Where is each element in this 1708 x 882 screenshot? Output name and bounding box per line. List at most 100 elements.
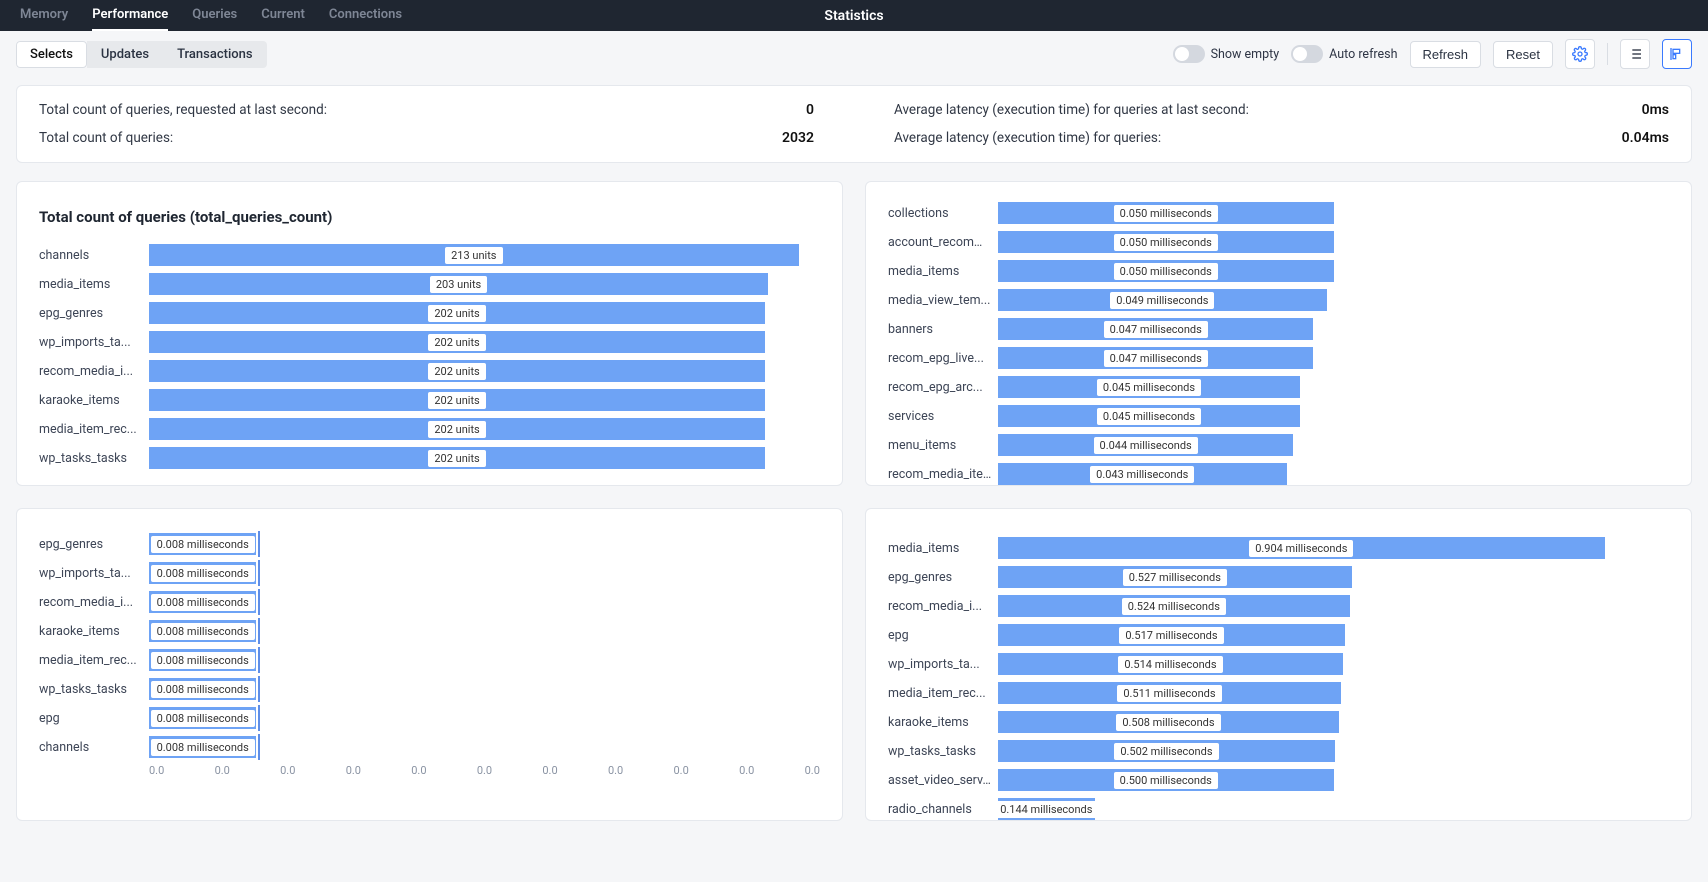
chart-value-badge: 0.047 milliseconds xyxy=(1104,350,1208,367)
chart-row: media_item_rec...0.511 milliseconds xyxy=(888,682,1669,704)
topnav-item-memory[interactable]: Memory xyxy=(20,0,68,31)
chart-row: media_item_rec...0.008 milliseconds xyxy=(39,649,820,671)
chart-row: banners0.047 milliseconds xyxy=(888,318,1669,340)
chart-value-badge: 0.511 milliseconds xyxy=(1117,685,1221,702)
toggle-auto-refresh[interactable]: Auto refresh xyxy=(1291,45,1397,63)
chart-row-track: 0.524 milliseconds xyxy=(998,595,1669,617)
chart-row-track: 213 units xyxy=(149,244,820,266)
switch-icon[interactable] xyxy=(1173,45,1205,63)
chart-value-badge: 0.045 milliseconds xyxy=(1097,379,1201,396)
chart-value-badge: 0.008 milliseconds xyxy=(151,594,255,611)
chart-row-label: services xyxy=(888,409,998,424)
bar-chart-icon xyxy=(1669,46,1685,62)
chart-row-label: wp_imports_ta... xyxy=(39,566,149,581)
chart-row-label: wp_tasks_tasks xyxy=(39,451,149,466)
settings-button[interactable] xyxy=(1565,39,1595,69)
axis-tick: 0.0 xyxy=(805,764,820,777)
chart-row-label: wp_imports_ta... xyxy=(888,657,998,672)
view-list-button[interactable] xyxy=(1620,39,1650,69)
chart-bar: 0.904 milliseconds xyxy=(998,537,1605,559)
chart-value-badge: 0.008 milliseconds xyxy=(151,623,255,640)
segment-group: SelectsUpdatesTransactions xyxy=(16,41,267,68)
chart-bar: 213 units xyxy=(149,244,799,266)
list-icon xyxy=(1627,46,1643,62)
segment-updates[interactable]: Updates xyxy=(87,41,163,68)
chart-bar: 202 units xyxy=(149,418,765,440)
chart-value-badge: 0.008 milliseconds xyxy=(151,652,255,669)
chart-row-track: 0.044 milliseconds xyxy=(998,434,1669,456)
chart-row-track: 0.049 milliseconds xyxy=(998,289,1669,311)
reset-button[interactable]: Reset xyxy=(1493,41,1553,68)
chart-bar: 0.047 milliseconds xyxy=(998,318,1313,340)
chart-row-label: karaoke_items xyxy=(39,393,149,408)
chart-value-badge: 0.008 milliseconds xyxy=(151,739,255,756)
chart-bar: 0.514 milliseconds xyxy=(998,653,1343,675)
segment-selects[interactable]: Selects xyxy=(16,41,87,68)
chart-row: account_recomm...0.050 milliseconds xyxy=(888,231,1669,253)
chart-value-badge: 202 units xyxy=(428,421,485,438)
axis-tick: 0.0 xyxy=(411,764,426,777)
chart-bar: 0.045 milliseconds xyxy=(998,376,1300,398)
chart-row-label: account_recomm... xyxy=(888,235,998,250)
refresh-button[interactable]: Refresh xyxy=(1410,41,1482,68)
chart-row-track: 0.008 milliseconds xyxy=(149,678,820,700)
toggle-label: Show empty xyxy=(1211,47,1280,62)
chart-value-badge: 0.043 milliseconds xyxy=(1090,466,1194,483)
chart-row-track: 0.008 milliseconds xyxy=(149,736,820,758)
chart-value-badge: 202 units xyxy=(428,392,485,409)
chart-bar: 0.144 milliseconds xyxy=(998,798,1095,820)
charts-grid: Total count of queries (total_queries_co… xyxy=(16,181,1692,821)
summary-card: Total count of queries, requested at las… xyxy=(16,85,1692,163)
chart-row-label: collections xyxy=(888,206,998,221)
toggle-show-empty[interactable]: Show empty xyxy=(1173,45,1280,63)
chart-value-badge: 202 units xyxy=(428,305,485,322)
chart-row-track: 0.008 milliseconds xyxy=(149,707,820,729)
topnav-item-performance[interactable]: Performance xyxy=(92,0,168,31)
summary-value: 0.04ms xyxy=(1622,130,1669,146)
chart-row-label: epg_genres xyxy=(39,306,149,321)
chart-row-label: media_item_rec... xyxy=(39,653,149,668)
topnav-item-current[interactable]: Current xyxy=(261,0,305,31)
chart-row-label: media_items xyxy=(888,541,998,556)
chart-row: epg_genres 202 units xyxy=(39,302,820,324)
chart-value-badge: 202 units xyxy=(428,334,485,351)
topnav-item-queries[interactable]: Queries xyxy=(192,0,237,31)
topbar: Memory Performance Queries Current Connectio… xyxy=(0,0,1708,31)
chart-row: karaoke_items0.008 milliseconds xyxy=(39,620,820,642)
switch-icon[interactable] xyxy=(1291,45,1323,63)
chart-row-label: channels xyxy=(39,740,149,755)
chart-row: recom_epg_live...0.047 milliseconds xyxy=(888,347,1669,369)
chart-bar: 0.047 milliseconds xyxy=(998,347,1313,369)
chart-row-track: 202 units xyxy=(149,302,820,324)
chart-bar: 0.008 milliseconds xyxy=(149,620,256,642)
chart-bar: 0.008 milliseconds xyxy=(149,533,256,555)
segment-transactions[interactable]: Transactions xyxy=(163,41,267,68)
chart-value-badge: 0.050 milliseconds xyxy=(1114,205,1218,222)
chart-total-latency: media_items0.904 millisecondsepg_genres0… xyxy=(865,508,1692,821)
chart-bar: 202 units xyxy=(149,302,765,324)
chart-row: collections 0.050 milliseconds xyxy=(888,202,1669,224)
chart-row: recom_media_ite...0.043 milliseconds xyxy=(888,463,1669,485)
topnav-item-connections[interactable]: Connections xyxy=(329,0,402,31)
chart-row: epg0.517 milliseconds xyxy=(888,624,1669,646)
chart-row: karaoke_items0.508 milliseconds xyxy=(888,711,1669,733)
chart-row: channels213 units xyxy=(39,244,820,266)
chart-bar: 202 units xyxy=(149,389,765,411)
chart-row-track: 0.050 milliseconds xyxy=(998,202,1669,224)
chart-row-track: 203 units xyxy=(149,273,820,295)
chart-total-queries: Total count of queries (total_queries_co… xyxy=(16,181,843,486)
view-chart-button[interactable] xyxy=(1662,39,1692,69)
chart-row: media_items0.904 milliseconds xyxy=(888,537,1669,559)
axis-tick: 0.0 xyxy=(346,764,361,777)
summary-value: 2032 xyxy=(782,130,814,146)
chart-row: channels0.008 milliseconds xyxy=(39,736,820,758)
chart-row: asset_video_serv...0.500 milliseconds xyxy=(888,769,1669,791)
chart-row-track: 0.043 milliseconds xyxy=(998,463,1669,485)
chart-bar: 202 units xyxy=(149,360,765,382)
chart-row-label: menu_items xyxy=(888,438,998,453)
chart-row-label: recom_epg_arc... xyxy=(888,380,998,395)
chart-title: Total count of queries (total_queries_co… xyxy=(39,208,820,226)
chart-bar: 0.050 milliseconds xyxy=(998,202,1334,224)
chart-row: epg_genres0.008 milliseconds xyxy=(39,533,820,555)
chart-bar: 0.524 milliseconds xyxy=(998,595,1350,617)
